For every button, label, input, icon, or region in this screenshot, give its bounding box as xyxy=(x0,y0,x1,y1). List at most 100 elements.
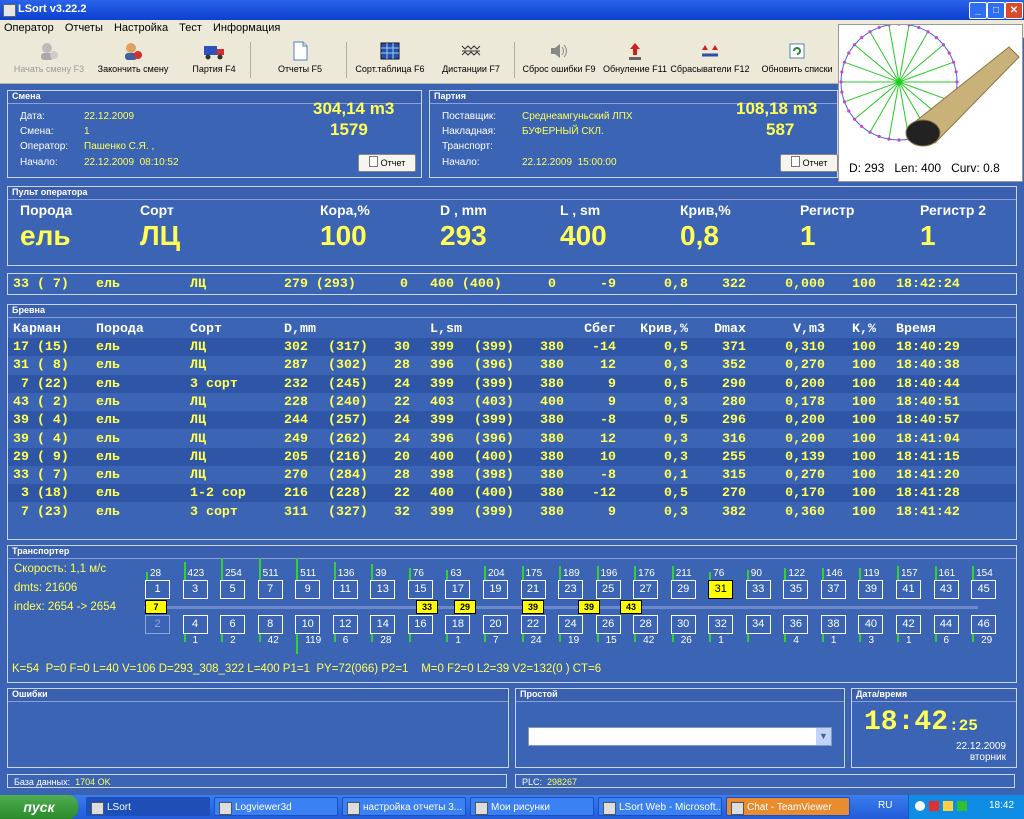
pocket-3[interactable]: 3 xyxy=(182,580,208,599)
section-ray xyxy=(854,81,900,120)
pocket-43[interactable]: 43 xyxy=(933,580,959,599)
shift-report-button[interactable]: Отчет xyxy=(358,154,416,172)
task-report-settings[interactable]: настройка отчеты 3... xyxy=(342,797,466,816)
table-row[interactable]: 43 ( 2) ель ЛЦ 228 (240) 22 403 (403) 400 9 0,3 280… xyxy=(8,393,1016,411)
pocket-38[interactable]: 38 xyxy=(820,615,846,634)
end-shift-button[interactable]: Закончить смену xyxy=(94,41,172,81)
pocket-9[interactable]: 9 xyxy=(295,580,321,599)
task-teamviewer[interactable]: Chat - TeamViewer xyxy=(726,797,850,816)
pocket-10[interactable]: 10 xyxy=(295,615,321,634)
speaker-icon[interactable] xyxy=(957,801,967,811)
zeroing-button[interactable]: Обнуление F11 xyxy=(600,41,670,81)
pocket-36[interactable]: 36 xyxy=(783,615,809,634)
pocket-20[interactable]: 20 xyxy=(482,615,508,634)
pocket-46[interactable]: 46 xyxy=(971,615,997,634)
tray-app-icon[interactable] xyxy=(943,801,953,811)
pocket-19[interactable]: 19 xyxy=(482,580,508,599)
table-row[interactable]: 17 (15) ель ЛЦ 302 (317) 30 399 (399) 380 -14 0,5 3… xyxy=(8,338,1016,356)
pocket-25[interactable]: 25 xyxy=(595,580,621,599)
ejectors-button[interactable]: Сбрасыватели F12 xyxy=(670,41,750,81)
table-row[interactable]: 33 ( 7) ель ЛЦ 270 (284) 28 398 (398) 380 -8 0,1 31… xyxy=(8,466,1016,484)
pocket-34[interactable]: 34 xyxy=(745,615,771,634)
menu-test[interactable]: Тест xyxy=(175,20,206,34)
start-button[interactable]: пуск xyxy=(0,795,78,819)
sort-table-button[interactable]: Сорт.таблица F6 xyxy=(352,41,428,81)
close-button[interactable]: ✕ xyxy=(1005,2,1023,19)
pocket-41[interactable]: 41 xyxy=(896,580,921,599)
pocket-15[interactable]: 15 xyxy=(407,580,433,599)
chevron-down-icon[interactable]: ▼ xyxy=(816,728,831,745)
table-row[interactable]: 39 ( 4) ель ЛЦ 244 (257) 24 399 (399) 380 -8 0,5 29… xyxy=(8,411,1016,430)
pocket-16[interactable]: 16 xyxy=(407,615,433,634)
menu-reports[interactable]: Отчеты xyxy=(61,20,107,34)
batch-button[interactable]: Партия F4 xyxy=(186,41,242,81)
refresh-lists-button[interactable]: Обновить списки xyxy=(760,41,834,81)
pocket-4[interactable]: 4 xyxy=(182,615,208,634)
task-logviewer[interactable]: Logviewer3d xyxy=(214,797,338,816)
reports-button[interactable]: Отчеты F5 xyxy=(270,41,330,81)
pocket-7[interactable]: 7 xyxy=(257,580,283,599)
maximize-button[interactable]: □ xyxy=(987,2,1005,19)
pocket-33[interactable]: 33 xyxy=(745,580,771,599)
pocket-35[interactable]: 35 xyxy=(783,580,809,599)
pocket-count: 29 xyxy=(981,635,993,646)
pocket-8[interactable]: 8 xyxy=(257,615,283,634)
downtime-select[interactable]: ▼ xyxy=(528,727,832,746)
menu-settings[interactable]: Настройка xyxy=(110,20,172,34)
table-row[interactable]: 29 ( 9) ель ЛЦ 205 (216) 20 400 (400) 380 10 0,3 25… xyxy=(8,447,1016,466)
table-row[interactable]: 39 ( 4) ель ЛЦ 249 (262) 24 396 (396) 380 12 0,3 31… xyxy=(8,430,1016,448)
pocket-37[interactable]: 37 xyxy=(820,580,846,599)
pocket-21[interactable]: 21 xyxy=(520,580,546,599)
pocket-11[interactable]: 11 xyxy=(332,580,358,599)
log-3d-view[interactable]: D: 293 Len: 400 Curv: 0.8 xyxy=(838,22,1023,182)
pocket-14[interactable]: 14 xyxy=(370,615,396,634)
minimize-button[interactable]: _ xyxy=(969,2,987,19)
reset-error-button[interactable]: Сброс ошибки F9 xyxy=(522,41,596,81)
pocket-22[interactable]: 22 xyxy=(520,615,546,634)
table-cell: 17 (15) xyxy=(13,339,69,354)
pocket-5[interactable]: 5 xyxy=(220,580,246,599)
pocket-44[interactable]: 44 xyxy=(933,615,959,634)
pocket-30[interactable]: 30 xyxy=(670,615,696,634)
table-cell: (216) xyxy=(328,448,368,464)
table-cell: 380 xyxy=(540,485,564,501)
start-shift-button[interactable]: Начать смену F3 xyxy=(10,41,88,81)
task-lsort-web[interactable]: LSort Web - Microsoft... xyxy=(598,797,722,816)
pocket-29[interactable]: 29 xyxy=(670,580,696,599)
pocket-31[interactable]: 31 xyxy=(708,580,734,599)
batch-transport-label: Транспорт: xyxy=(442,141,493,152)
pocket-32[interactable]: 32 xyxy=(708,615,734,634)
task-lsort[interactable]: LSort xyxy=(86,797,210,816)
pocket-28[interactable]: 28 xyxy=(633,615,659,634)
menu-operator[interactable]: Оператор xyxy=(0,20,58,34)
pocket-13[interactable]: 13 xyxy=(370,580,396,599)
pocket-39[interactable]: 39 xyxy=(858,580,884,599)
pocket-18[interactable]: 18 xyxy=(445,615,471,634)
pocket-24[interactable]: 24 xyxy=(558,615,584,634)
table-cell: (400) xyxy=(474,485,514,501)
pocket-45[interactable]: 45 xyxy=(971,580,997,599)
language-indicator[interactable]: RU xyxy=(878,800,892,811)
pocket-1[interactable]: 1 xyxy=(145,580,170,599)
pocket-2[interactable]: 2 xyxy=(145,615,170,634)
table-row[interactable]: 3 (18) ель 1-2 сор 216 (228) 22 400 (400) 380 -12… xyxy=(8,484,1016,503)
pocket-27[interactable]: 27 xyxy=(633,580,659,599)
pocket-40[interactable]: 40 xyxy=(858,615,884,634)
menu-info[interactable]: Информация xyxy=(209,20,284,34)
pocket-6[interactable]: 6 xyxy=(220,615,246,634)
table-row[interactable]: 7 (23) ель 3 сорт 311 (327) 32 399 (399) 380 9 0,3… xyxy=(8,503,1016,521)
security-icon[interactable] xyxy=(929,801,939,811)
pocket-26[interactable]: 26 xyxy=(595,615,621,634)
pocket-12[interactable]: 12 xyxy=(332,615,358,634)
batch-report-button[interactable]: Отчет xyxy=(780,154,838,172)
pocket-17[interactable]: 17 xyxy=(445,580,471,599)
network-icon[interactable] xyxy=(915,801,925,811)
table-row[interactable]: 7 (22) ель 3 сорт 232 (245) 24 399 (399) 380 9 0,5… xyxy=(8,374,1016,393)
task-my-pictures[interactable]: Мои рисунки xyxy=(470,797,594,816)
pocket-42[interactable]: 42 xyxy=(896,615,921,634)
distances-button[interactable]: Дистанции F7 xyxy=(436,41,506,81)
pocket-23[interactable]: 23 xyxy=(558,580,584,599)
pocket-count: 19 xyxy=(568,635,580,646)
table-cell: 380 xyxy=(540,430,564,446)
table-row[interactable]: 31 ( 8) ель ЛЦ 287 (302) 28 396 (396) 380 12 0,3 35… xyxy=(8,356,1016,374)
